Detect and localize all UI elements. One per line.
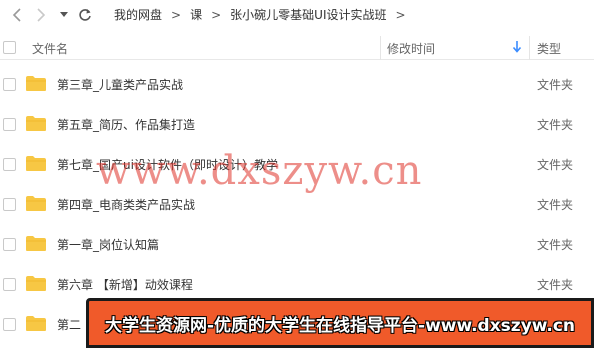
- toolbar: 我的网盘 > 课 > 张小碗儿零基础UI设计实战班 >: [0, 0, 594, 30]
- refresh-icon[interactable]: [76, 3, 94, 27]
- folder-icon: [26, 196, 46, 211]
- file-name: 第四章_电商类类产品实战: [57, 198, 196, 212]
- file-type: 文件夹: [537, 278, 574, 292]
- row-checkbox[interactable]: [3, 318, 16, 331]
- row-checkbox[interactable]: [3, 78, 16, 91]
- file-type: 文件夹: [537, 78, 574, 92]
- breadcrumb-separator: >: [171, 7, 182, 22]
- breadcrumb-separator: >: [395, 7, 406, 22]
- file-list-header: 文件名 修改时间 类型: [0, 36, 594, 60]
- file-type: 文件夹: [537, 118, 574, 132]
- row-checkbox[interactable]: [3, 158, 16, 171]
- caret-down-icon[interactable]: [58, 3, 70, 27]
- row-checkbox[interactable]: [3, 238, 16, 251]
- arrow-down-icon[interactable]: [512, 40, 522, 56]
- column-header-name[interactable]: 文件名: [32, 40, 68, 57]
- file-name: 第一章_岗位认知篇: [57, 238, 160, 252]
- file-row[interactable]: 第三章_儿童类产品实战 文件夹: [0, 64, 594, 104]
- file-type: 文件夹: [537, 238, 574, 252]
- file-row[interactable]: 第一章_岗位认知篇 文件夹: [0, 224, 594, 264]
- row-checkbox[interactable]: [3, 118, 16, 131]
- folder-icon: [26, 116, 46, 131]
- file-row[interactable]: 第四章_电商类类产品实战 文件夹: [0, 184, 594, 224]
- chevron-left-icon[interactable]: [8, 3, 26, 27]
- promo-banner-text: 大学生资源网-优质的大学生在线指导平台-www.dxszyw.cn: [104, 315, 576, 336]
- breadcrumb-item-course[interactable]: 课: [188, 6, 204, 23]
- promo-banner: 大学生资源网-优质的大学生在线指导平台-www.dxszyw.cn: [86, 298, 594, 348]
- breadcrumb-item-class[interactable]: 张小碗儿零基础UI设计实战班: [228, 6, 388, 23]
- file-type: 文件夹: [537, 198, 574, 212]
- column-header-modified[interactable]: 修改时间: [387, 40, 435, 57]
- folder-icon: [26, 276, 46, 291]
- row-checkbox[interactable]: [3, 278, 16, 291]
- breadcrumb-separator: >: [211, 7, 222, 22]
- file-name: 第五章_简历、作品集打造: [57, 118, 196, 132]
- chevron-right-icon[interactable]: [32, 3, 50, 27]
- breadcrumb-item-my-disk[interactable]: 我的网盘: [112, 6, 164, 23]
- file-row[interactable]: 第五章_简历、作品集打造 文件夹: [0, 104, 594, 144]
- file-name: 第七章_国产ui设计软件（即时设计）教学: [57, 158, 278, 172]
- folder-icon: [26, 236, 46, 251]
- file-name: 第二: [57, 318, 82, 332]
- file-name: 第三章_儿童类产品实战: [57, 78, 184, 92]
- folder-icon: [26, 156, 46, 171]
- file-name: 第六章 【新增】动效课程: [57, 278, 193, 292]
- breadcrumb: 我的网盘 > 课 > 张小碗儿零基础UI设计实战班 >: [112, 6, 413, 23]
- folder-icon: [26, 76, 46, 91]
- select-all-checkbox[interactable]: [3, 41, 16, 54]
- row-checkbox[interactable]: [3, 198, 16, 211]
- file-row[interactable]: 第七章_国产ui设计软件（即时设计）教学 文件夹: [0, 144, 594, 184]
- column-divider[interactable]: [380, 36, 381, 60]
- column-header-type[interactable]: 类型: [537, 40, 561, 57]
- folder-icon: [26, 316, 46, 331]
- column-divider[interactable]: [529, 36, 530, 60]
- file-type: 文件夹: [537, 158, 574, 172]
